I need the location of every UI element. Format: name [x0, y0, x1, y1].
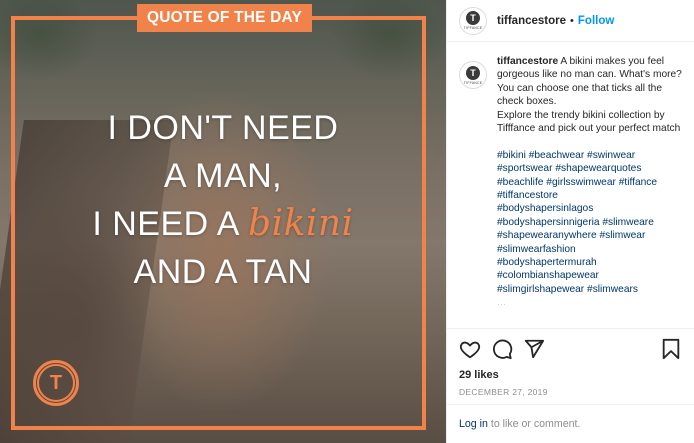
quote-line: I DON'T NEED — [107, 109, 339, 147]
hashtag-line[interactable]: #bodyshapersinlagos — [497, 202, 686, 215]
avatar[interactable]: T TIFFANCE — [459, 6, 487, 35]
actions-section: 29 likes DECEMBER 27, 2019 — [447, 328, 694, 397]
quote-line: AND A TAN — [133, 253, 313, 291]
post-header: T TIFFANCE tiffancestore • Follow — [447, 0, 694, 42]
share-icon[interactable] — [523, 338, 545, 360]
post-date[interactable]: DECEMBER 27, 2019 — [447, 381, 694, 397]
caption-text: Explore the trendy bikini collection by … — [497, 109, 681, 135]
post-image[interactable]: QUOTE OF THE DAY I DON'T NEED A MAN, I N… — [0, 0, 446, 443]
hashtag-line[interactable]: #beachlife #girlsswimwear #tiffance — [497, 176, 686, 189]
quote-line: I NEED A bikini — [0, 200, 446, 248]
hashtag-line[interactable]: #colombianshapewear — [497, 269, 686, 282]
login-prompt: Log in to like or comment. — [447, 404, 694, 443]
avatar-letter: T — [466, 11, 480, 25]
brand-logo-icon: T — [33, 360, 79, 406]
hashtag-line[interactable]: #slimgirlshapewear #slimwears — [497, 283, 686, 296]
avatar[interactable]: T TIFFANCE — [459, 61, 487, 89]
post-side-panel: T TIFFANCE tiffancestore • Follow T TIFF… — [446, 0, 694, 443]
hashtag-line[interactable]: #tiffancestore — [497, 189, 686, 202]
bookmark-icon[interactable] — [660, 338, 682, 360]
hashtag-line[interactable]: #bodyshapersinnigeria #slimweare — [497, 216, 686, 229]
heart-icon[interactable] — [459, 338, 481, 360]
quote-line-part: I NEED A — [92, 205, 239, 243]
login-link[interactable]: Log in — [459, 418, 488, 430]
follow-button[interactable]: Follow — [578, 15, 614, 27]
caption-username-link[interactable]: tiffancestore — [497, 56, 558, 67]
hashtag-line[interactable]: #shapewearanywhere #slimwear — [497, 229, 686, 242]
hashtag-line[interactable]: #slimwearfashion — [497, 243, 686, 256]
action-bar — [447, 329, 694, 369]
avatar-caption: TIFFANCE — [463, 26, 483, 30]
hashtag-line[interactable]: #bodyshapertermurah — [497, 256, 686, 269]
comment-icon[interactable] — [491, 338, 513, 360]
avatar-letter: T — [466, 65, 480, 80]
comments-section[interactable]: T TIFFANCE tiffancestore A bikini makes … — [459, 55, 686, 327]
like-count[interactable]: 29 likes — [447, 369, 694, 381]
login-prompt-text: to like or comment. — [490, 418, 581, 430]
caption: tiffancestore A bikini makes you feel go… — [497, 55, 686, 327]
username-link[interactable]: tiffancestore — [497, 15, 566, 27]
quote-banner: QUOTE OF THE DAY — [137, 4, 313, 32]
quote-line: A MAN, — [163, 157, 283, 195]
hashtag-line[interactable]: #bikini #beachwear #swinwear — [497, 149, 686, 162]
brand-logo-letter: T — [49, 371, 63, 394]
avatar-caption: TIFFANCE — [463, 80, 483, 85]
quote-highlight: bikini — [248, 203, 354, 244]
more-indicator: … — [497, 297, 506, 308]
hashtag-line[interactable]: #sportswear #shapewearquotes — [497, 162, 686, 175]
quote-text: I DON'T NEED A MAN, I NEED A bikini AND … — [0, 104, 446, 296]
separator-dot: • — [570, 14, 574, 27]
